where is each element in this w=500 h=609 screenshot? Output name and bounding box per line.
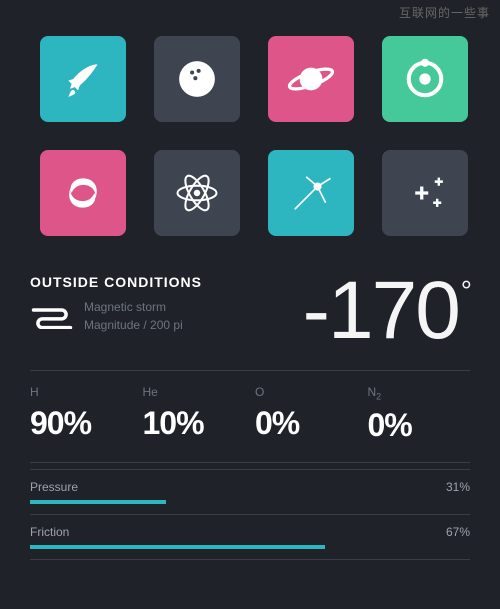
divider-1 bbox=[30, 370, 470, 371]
bars-panel: Pressure 31% Friction 67% bbox=[0, 469, 500, 560]
comp-he: He 10% bbox=[143, 385, 246, 444]
bar-pressure-fill bbox=[30, 500, 166, 504]
orbit-icon bbox=[399, 53, 451, 105]
atom-icon bbox=[171, 167, 223, 219]
icon-grid bbox=[0, 0, 500, 256]
wave-icon bbox=[30, 303, 74, 329]
satellite-icon bbox=[285, 167, 337, 219]
tile-galaxy[interactable] bbox=[40, 150, 126, 236]
conditions-subtext: Magnetic storm Magnitude / 200 pi bbox=[84, 298, 183, 334]
planet-icon bbox=[285, 53, 337, 105]
composition-row: H 90% He 10% O 0% N2 0% bbox=[0, 385, 500, 444]
tile-satellite[interactable] bbox=[268, 150, 354, 236]
sparkle-icon bbox=[399, 167, 451, 219]
tile-atom[interactable] bbox=[154, 150, 240, 236]
galaxy-icon bbox=[57, 167, 109, 219]
bar-friction: Friction 67% bbox=[30, 515, 470, 560]
tile-sparkle[interactable] bbox=[382, 150, 468, 236]
conditions-panel: OUTSIDE CONDITIONS Magnetic storm Magnit… bbox=[0, 274, 500, 348]
tile-orbit[interactable] bbox=[382, 36, 468, 122]
bowling-ball-icon bbox=[171, 53, 223, 105]
conditions-title: OUTSIDE CONDITIONS bbox=[30, 274, 202, 290]
bar-friction-fill bbox=[30, 545, 325, 549]
temperature-display: -170° bbox=[218, 274, 470, 348]
tile-rocket[interactable] bbox=[40, 36, 126, 122]
watermark-text: 互联网的一些事 bbox=[399, 4, 490, 21]
bar-pressure: Pressure 31% bbox=[30, 469, 470, 515]
comp-o: O 0% bbox=[255, 385, 358, 444]
comp-h: H 90% bbox=[30, 385, 133, 444]
rocket-icon bbox=[57, 53, 109, 105]
tile-planet[interactable] bbox=[268, 36, 354, 122]
divider-2 bbox=[30, 462, 470, 463]
comp-n2: N2 0% bbox=[368, 385, 471, 444]
tile-bowling[interactable] bbox=[154, 36, 240, 122]
